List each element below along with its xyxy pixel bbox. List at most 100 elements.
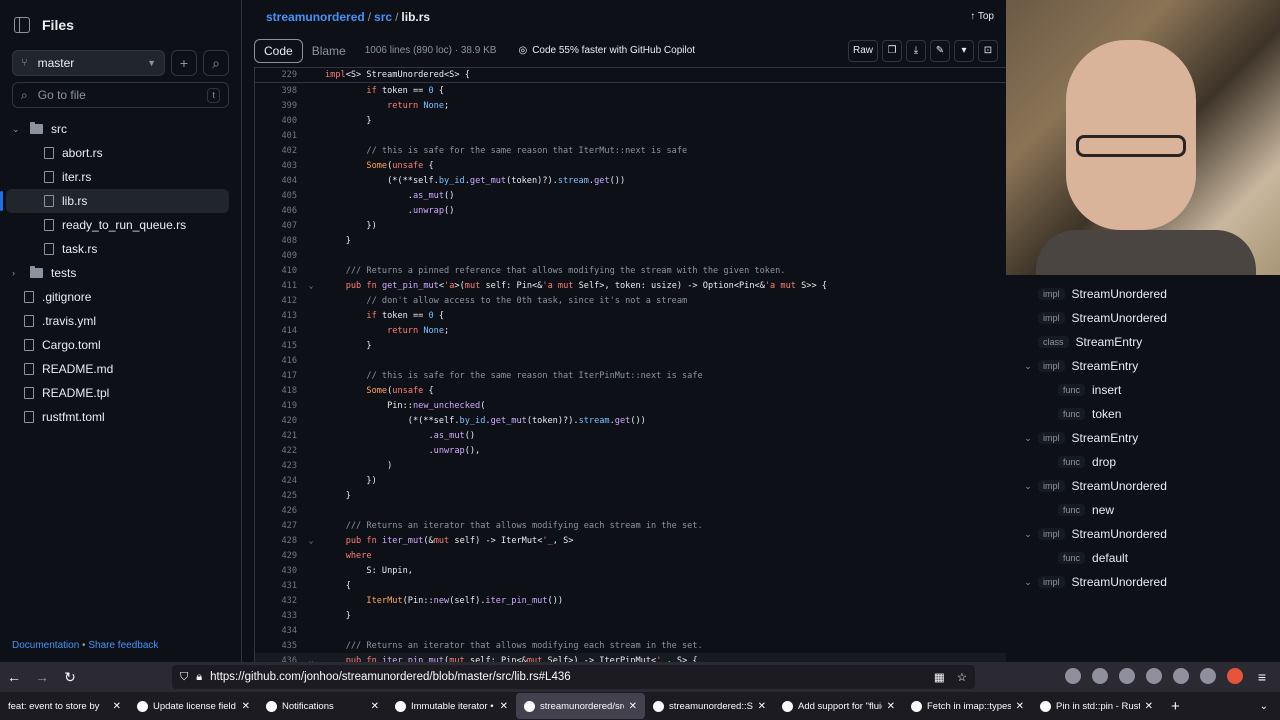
outline-item[interactable]: func drop (1018, 450, 1268, 474)
breadcrumb-dir[interactable]: src (374, 10, 392, 24)
line-number[interactable]: 413 (255, 311, 297, 321)
top-button[interactable]: ↑ Top (970, 11, 994, 22)
line-number[interactable]: 426 (255, 506, 297, 516)
outline-item[interactable]: ⌄ impl StreamUnordered (1018, 522, 1268, 546)
code-line[interactable]: 414 return None; (255, 323, 1006, 338)
tree-file[interactable]: Cargo.toml (0, 333, 241, 357)
code-line[interactable]: 423 ) (255, 458, 1006, 473)
line-number[interactable]: 427 (255, 521, 297, 531)
documentation-link[interactable]: Documentation (12, 640, 79, 651)
line-number[interactable]: 404 (255, 176, 297, 186)
line-number[interactable]: 403 (255, 161, 297, 171)
go-to-file-input[interactable]: ⌕ Go to file t (12, 82, 229, 108)
browser-tab[interactable]: Notifications ✕ (258, 693, 387, 719)
browser-tab[interactable]: Immutable iterator • ✕ (387, 693, 516, 719)
code-line[interactable]: 408 } (255, 233, 1006, 248)
code-line[interactable]: 402 // this is safe for the same reason … (255, 143, 1006, 158)
close-icon[interactable]: ✕ (1145, 701, 1153, 712)
symbols-panel-icon[interactable]: ⊡ (978, 39, 998, 62)
outline-item[interactable]: impl StreamUnordered (1018, 282, 1268, 306)
code-line[interactable]: 432 IterMut(Pin::new(self).iter_pin_mut(… (255, 593, 1006, 608)
share-feedback-link[interactable]: Share feedback (88, 640, 158, 651)
line-number[interactable]: 402 (255, 146, 297, 156)
download-icon[interactable]: ⤓ (906, 39, 926, 62)
close-icon[interactable]: ✕ (371, 701, 379, 712)
line-number[interactable]: 407 (255, 221, 297, 231)
reload-icon[interactable]: ↻ (56, 669, 84, 686)
line-number[interactable]: 420 (255, 416, 297, 426)
browser-tab[interactable]: Fetch in imap::types ✕ (903, 693, 1032, 719)
fold-chevron-icon[interactable]: ⌄ (297, 536, 325, 545)
line-number[interactable]: 433 (255, 611, 297, 621)
extension-icon[interactable] (1146, 668, 1162, 684)
code-line[interactable]: 401 (255, 128, 1006, 143)
code-line[interactable]: 420 (*(**self.by_id.get_mut(token)?).str… (255, 413, 1006, 428)
outline-item[interactable]: func insert (1018, 378, 1268, 402)
browser-tab[interactable]: Add support for "fluid ✕ (774, 693, 903, 719)
line-number[interactable]: 425 (255, 491, 297, 501)
outline-item[interactable]: ⌄ impl StreamEntry (1018, 426, 1268, 450)
copilot-promo[interactable]: ◎ Code 55% faster with GitHub Copilot (518, 45, 695, 56)
tree-folder[interactable]: ⌄ src (0, 117, 241, 141)
line-number[interactable]: 429 (255, 551, 297, 561)
outline-item[interactable]: ⌄ impl StreamUnordered (1018, 474, 1268, 498)
code-line[interactable]: 433 } (255, 608, 1006, 623)
outline-item[interactable]: func default (1018, 546, 1268, 570)
line-number[interactable]: 419 (255, 401, 297, 411)
line-number[interactable]: 421 (255, 431, 297, 441)
chevron-down-icon[interactable]: ⌄ (1018, 529, 1038, 540)
line-number[interactable]: 422 (255, 446, 297, 456)
sticky-header-line[interactable]: 229 impl<S> StreamUnordered<S> { (255, 68, 1006, 83)
tree-file[interactable]: ready_to_run_queue.rs (0, 213, 241, 237)
line-number[interactable]: 409 (255, 251, 297, 261)
line-number[interactable]: 418 (255, 386, 297, 396)
code-line[interactable]: 421 .as_mut() (255, 428, 1006, 443)
code-line[interactable]: 422 .unwrap(), (255, 443, 1006, 458)
line-number[interactable]: 406 (255, 206, 297, 216)
line-number[interactable]: 434 (255, 626, 297, 636)
code-line[interactable]: 400 } (255, 113, 1006, 128)
line-number[interactable]: 405 (255, 191, 297, 201)
chevron-down-icon[interactable]: ⌄ (1018, 361, 1038, 372)
edit-icon[interactable]: ✎ (930, 39, 950, 62)
line-number[interactable]: 400 (255, 116, 297, 126)
address-bar[interactable]: ⛉ 🔒︎ https://github.com/jonhoo/streamuno… (172, 665, 975, 689)
tree-file[interactable]: iter.rs (0, 165, 241, 189)
code-line[interactable]: 406 .unwrap() (255, 203, 1006, 218)
tools-icon[interactable] (1092, 668, 1108, 684)
tree-file[interactable]: task.rs (0, 237, 241, 261)
back-icon[interactable]: ← (0, 669, 28, 685)
outline-item[interactable]: ⌄ impl StreamUnordered (1018, 570, 1268, 594)
close-icon[interactable]: ✕ (500, 701, 508, 712)
code-line[interactable]: 436 ⌄ pub fn iter_pin_mut(mut self: Pin<&… (255, 653, 1006, 662)
line-number[interactable]: 424 (255, 476, 297, 486)
collapse-sidebar-icon[interactable] (14, 17, 30, 33)
line-number[interactable]: 431 (255, 581, 297, 591)
tree-file[interactable]: README.tpl (0, 381, 241, 405)
outline-item[interactable]: ⌄ impl StreamEntry (1018, 354, 1268, 378)
line-number[interactable]: 399 (255, 101, 297, 111)
branch-selector[interactable]: ⑂ master ▼ (12, 50, 165, 76)
code-line[interactable]: 435 /// Returns an iterator that allows … (255, 638, 1006, 653)
tab-blame[interactable]: Blame (303, 39, 355, 63)
code-line[interactable]: 415 } (255, 338, 1006, 353)
code-line[interactable]: 430 S: Unpin, (255, 563, 1006, 578)
fold-chevron-icon[interactable]: ⌄ (297, 281, 325, 290)
code-line[interactable]: 413 if token == 0 { (255, 308, 1006, 323)
code-line[interactable]: 407 }) (255, 218, 1006, 233)
tree-file[interactable]: .gitignore (0, 285, 241, 309)
chevron-down-icon[interactable]: ⌄ (1018, 481, 1038, 492)
code-line[interactable]: 399 return None; (255, 98, 1006, 113)
extension-icon[interactable] (1200, 668, 1216, 684)
bookmark-star-icon[interactable]: ☆ (957, 670, 967, 684)
qr-icon[interactable]: ▦ (934, 670, 945, 684)
close-icon[interactable]: ✕ (629, 701, 637, 712)
code-line[interactable]: 411 ⌄ pub fn get_pin_mut<'a>(mut self: Pi… (255, 278, 1006, 293)
close-icon[interactable]: ✕ (1016, 701, 1024, 712)
line-number[interactable]: 416 (255, 356, 297, 366)
code-line[interactable]: 417 // this is safe for the same reason … (255, 368, 1006, 383)
tree-file[interactable]: abort.rs (0, 141, 241, 165)
browser-tab[interactable]: streamunordered::Str ✕ (645, 693, 774, 719)
code-line[interactable]: 427 /// Returns an iterator that allows … (255, 518, 1006, 533)
add-file-button[interactable]: + (171, 50, 197, 76)
